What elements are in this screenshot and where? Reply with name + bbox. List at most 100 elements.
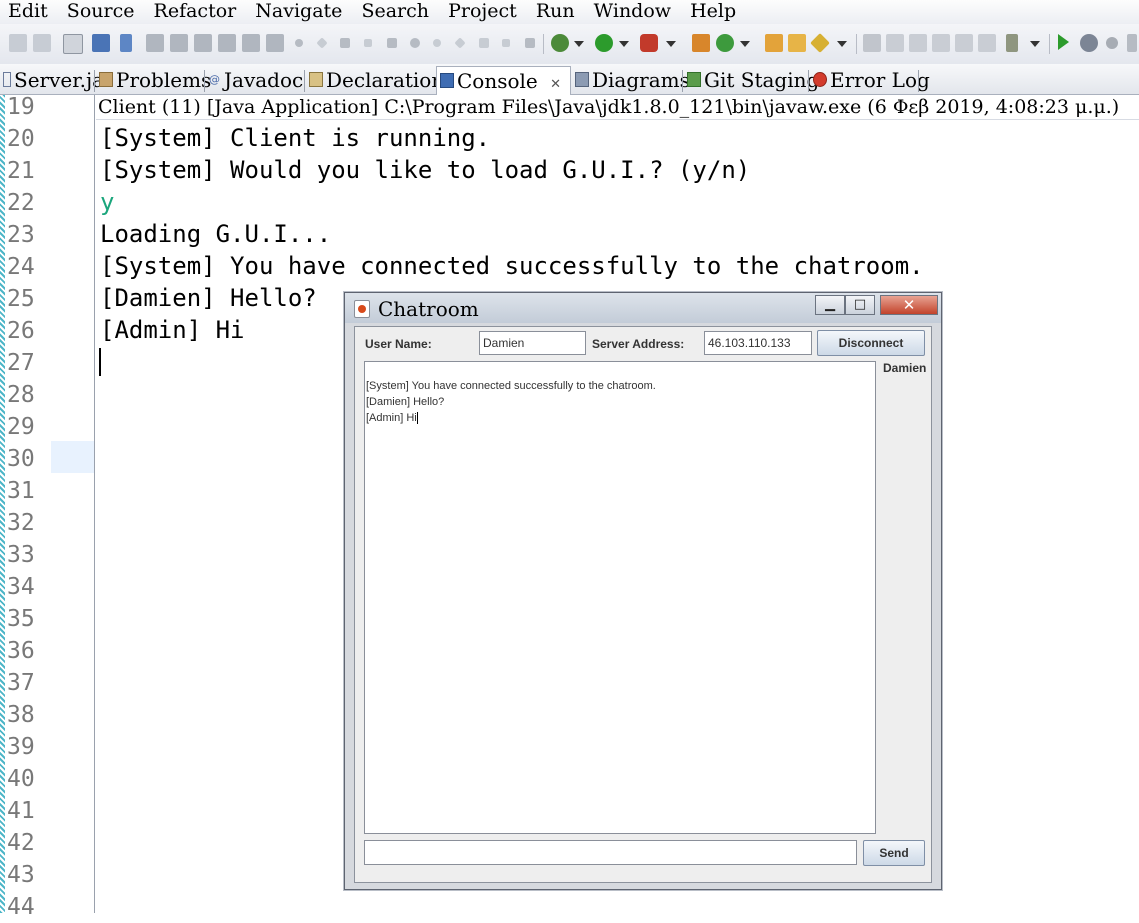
shape-icon-11[interactable] <box>525 38 535 48</box>
shape-icon-7[interactable] <box>433 39 441 47</box>
shape-icon-3[interactable] <box>340 38 350 48</box>
line-number: 44 <box>7 894 35 920</box>
paragraph-icon[interactable] <box>978 34 996 52</box>
open-folder-icon[interactable] <box>788 34 806 52</box>
tab-console[interactable]: Console ✕ <box>436 66 571 95</box>
debug-icon[interactable] <box>551 34 569 52</box>
online-users-list[interactable]: Damien <box>881 361 927 834</box>
username-label: User Name: <box>365 337 432 351</box>
tab-git-staging[interactable]: Git Staging <box>684 66 819 94</box>
layout-icon-6[interactable] <box>266 34 284 52</box>
tab-diagrams[interactable]: Diagrams <box>572 66 690 94</box>
print-icon[interactable] <box>92 34 110 52</box>
shape-icon-2[interactable] <box>316 37 328 49</box>
chat-message: [System] You have connected successfully… <box>366 380 656 392</box>
new-class-icon[interactable] <box>716 34 734 52</box>
toggle-mark-icon[interactable] <box>120 34 132 52</box>
message-input[interactable] <box>364 840 857 865</box>
close-icon[interactable]: ✕ <box>550 77 561 92</box>
chat-message-text: [Admin] Hi <box>366 412 417 424</box>
menu-source[interactable]: Source <box>67 0 135 22</box>
tab-problems[interactable]: Problems <box>96 66 211 94</box>
highlight-icon[interactable] <box>909 34 927 52</box>
shape-icon-6[interactable] <box>410 38 420 48</box>
resume-icon[interactable] <box>1058 34 1069 50</box>
line-number-gutter: 19 20 21 22 23 24 25 26 27 28 29 30 31 3… <box>5 94 95 920</box>
line-number: 22 <box>7 190 35 216</box>
close-window-button[interactable]: ✕ <box>880 295 938 315</box>
shape-icon-1[interactable] <box>295 39 303 47</box>
user-list-item[interactable]: Damien <box>881 361 927 375</box>
disconnect-button[interactable]: Disconnect <box>817 330 925 356</box>
line-number: 33 <box>7 542 35 568</box>
server-address-field[interactable]: 46.103.110.133 <box>704 331 812 355</box>
menu-help[interactable]: Help <box>690 0 736 22</box>
open-type-icon[interactable] <box>765 34 783 52</box>
run-dropdown-icon[interactable] <box>619 41 629 47</box>
problems-icon <box>99 72 113 87</box>
console-line: Loading G.U.I... <box>100 220 332 248</box>
diagrams-icon <box>575 72 589 87</box>
save-all-icon[interactable] <box>33 34 51 52</box>
menu-search[interactable]: Search <box>361 0 429 22</box>
line-number: 28 <box>7 382 35 408</box>
line-number: 26 <box>7 318 35 344</box>
new-class-dropdown-icon[interactable] <box>740 41 750 47</box>
chat-message: [Admin] Hi <box>366 410 875 426</box>
external-tools-dropdown-icon[interactable] <box>666 41 676 47</box>
debug-dropdown-icon[interactable] <box>574 41 584 47</box>
layout-icon-5[interactable] <box>242 34 260 52</box>
line-number: 36 <box>7 638 35 664</box>
shape-icon-4[interactable] <box>364 39 372 47</box>
shape-icon-10[interactable] <box>502 39 510 47</box>
menu-project[interactable]: Project <box>448 0 517 22</box>
chat-message-area[interactable]: [System] You have connected successfully… <box>364 361 876 834</box>
line-number: 30 <box>7 446 35 472</box>
layout-icon-4[interactable] <box>218 34 236 52</box>
run-icon[interactable] <box>595 34 613 52</box>
line-number: 23 <box>7 222 35 248</box>
more-toolbar-icon[interactable] <box>1127 34 1137 52</box>
line-number: 25 <box>7 286 35 312</box>
chatroom-titlebar[interactable]: Chatroom ▁ □ ✕ <box>345 293 941 323</box>
send-button[interactable]: Send <box>863 840 925 866</box>
skip-breakpoints-icon[interactable] <box>1080 34 1098 52</box>
layout-icon-2[interactable] <box>170 34 188 52</box>
layout-icon-1[interactable] <box>146 34 164 52</box>
tab-javadoc[interactable]: @ Javadoc <box>206 66 303 94</box>
username-field[interactable]: Damien <box>479 331 586 355</box>
block-icon[interactable] <box>955 34 973 52</box>
tab-error-log[interactable]: Error Log <box>810 66 930 94</box>
tab-server-java[interactable]: Server.ja <box>0 66 104 94</box>
shape-icon-9[interactable] <box>479 38 489 48</box>
tab-declaration[interactable]: Declaration <box>306 66 444 94</box>
menu-navigate[interactable]: Navigate <box>255 0 342 22</box>
minimize-button[interactable]: ▁ <box>815 295 845 315</box>
menu-refactor[interactable]: Refactor <box>154 0 237 22</box>
search-dropdown-icon[interactable] <box>837 41 847 47</box>
toolbar-separator <box>543 34 544 54</box>
next-annotation-icon[interactable] <box>1006 34 1018 52</box>
save-icon[interactable] <box>9 34 27 52</box>
tab-label: Server.ja <box>14 68 105 92</box>
tab-label: Git Staging <box>704 68 820 92</box>
format-icon[interactable] <box>932 34 950 52</box>
stop-icon[interactable] <box>1106 37 1118 49</box>
menu-run[interactable]: Run <box>536 0 575 22</box>
shape-icon-5[interactable] <box>387 38 397 48</box>
menu-window[interactable]: Window <box>594 0 671 22</box>
new-java-project-icon[interactable] <box>692 34 710 52</box>
next-annotation-dropdown-icon[interactable] <box>1030 41 1040 47</box>
tab-label: Javadoc <box>224 68 304 92</box>
menu-edit[interactable]: Edit <box>8 0 48 22</box>
layout-icon-3[interactable] <box>194 34 212 52</box>
external-tools-icon[interactable] <box>640 34 658 52</box>
maximize-button[interactable]: □ <box>845 295 875 315</box>
console-icon <box>440 73 454 88</box>
pin-icon[interactable] <box>886 34 904 52</box>
binary-icon[interactable] <box>63 34 83 54</box>
line-number: 27 <box>7 350 35 376</box>
search-icon[interactable] <box>810 33 830 53</box>
shape-icon-8[interactable] <box>454 37 466 49</box>
annotation-icon[interactable] <box>863 34 881 52</box>
